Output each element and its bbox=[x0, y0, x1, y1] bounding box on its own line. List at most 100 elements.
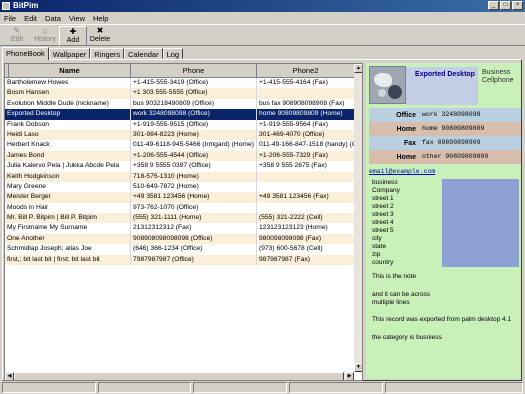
delete-button[interactable]: ✖ Delete bbox=[87, 26, 113, 46]
window-title: BitPim bbox=[13, 1, 39, 10]
menu-help[interactable]: Help bbox=[89, 12, 112, 24]
horizontal-scrollbar[interactable]: ◀ ▶ bbox=[5, 372, 354, 380]
cell-name: Bosm Hansen bbox=[5, 88, 131, 99]
scroll-right-button[interactable]: ▶ bbox=[345, 372, 354, 380]
table-row[interactable]: Exported Desktop work 3248098098 (Office)… bbox=[5, 109, 355, 120]
cell-name: Frank Dobson bbox=[5, 119, 131, 130]
table-body: Bartholemew Howes +1-415-555-3419 (Office… bbox=[5, 78, 355, 266]
table-row[interactable]: first,; bit last bit | first; bit last b… bbox=[5, 254, 355, 266]
status-segment bbox=[288, 382, 383, 393]
phone-type-label: Office bbox=[396, 111, 416, 119]
cell-phone: bus 903218490809 (Office) bbox=[131, 98, 257, 110]
maximize-button[interactable]: □ bbox=[500, 1, 511, 10]
menu-data[interactable]: Data bbox=[41, 12, 65, 24]
menu-view[interactable]: View bbox=[65, 12, 89, 24]
table-row[interactable]: Bosm Hansen +1 303 555-5555 (Office) bbox=[5, 88, 355, 99]
cell-name: Julia Kalervo Pela | Jukka Abcde Pela bbox=[5, 161, 131, 172]
cell-phone2 bbox=[257, 172, 355, 182]
cell-phone: 7987987987 (Office) bbox=[131, 254, 257, 266]
title-bar: BitPim _ □ × bbox=[0, 0, 525, 12]
edit-button[interactable]: ✎ Edit bbox=[3, 26, 31, 46]
table-row[interactable]: Mr. Bill P. Bitpim | Bill P. Bitpim (555)… bbox=[5, 213, 355, 224]
note-line: multiple lines bbox=[372, 299, 410, 306]
cell-phone: +1-919-555-9515 (Office) bbox=[131, 119, 257, 130]
table-row[interactable]: My Firstname My Surname 21312312312 (Fax)… bbox=[5, 223, 355, 234]
cell-phone: +1-206-555-4544 (Office) bbox=[131, 150, 257, 162]
column-header-name[interactable]: Name bbox=[9, 64, 131, 78]
scroll-left-button[interactable]: ◀ bbox=[5, 372, 14, 380]
delete-icon: ✖ bbox=[96, 26, 104, 35]
table-row[interactable]: Moods in Hair 973-762-1070 (Office) bbox=[5, 202, 355, 214]
cell-name: first,; bit last bit | first; bit last b… bbox=[5, 254, 131, 266]
preview-category: Cellphone bbox=[482, 77, 514, 84]
scroll-down-button[interactable]: ▼ bbox=[354, 363, 362, 372]
address-line: street 2 bbox=[372, 203, 394, 210]
table-row[interactable]: Bartholemew Howes +1-415-555-3419 (Office… bbox=[5, 78, 355, 89]
status-segment bbox=[2, 382, 96, 393]
cell-name: Keith Hodgkinson bbox=[5, 171, 131, 182]
close-button[interactable]: × bbox=[512, 1, 523, 10]
vertical-scrollbar[interactable]: ▲ ▼ bbox=[354, 64, 362, 372]
note-line: This record was exported from palm deskt… bbox=[372, 316, 512, 323]
horizontal-scroll-thumb[interactable] bbox=[14, 372, 344, 380]
table-row[interactable]: James Bond +1-206-555-4544 (Office) +1-206… bbox=[5, 150, 355, 162]
history-button-label: History bbox=[34, 36, 56, 43]
minimize-button[interactable]: _ bbox=[488, 1, 499, 10]
status-bar bbox=[0, 382, 525, 394]
phone-number: fax 09890898909 bbox=[419, 137, 521, 149]
cell-phone2: 123123123123 (Home) bbox=[259, 224, 328, 232]
table-row[interactable]: Evolution Middle Dude (nickname) bus 9032… bbox=[5, 98, 355, 110]
table-row[interactable]: Schmidlap Joseph; alias Joe (646) 366-123… bbox=[5, 244, 355, 255]
status-segment bbox=[193, 382, 287, 393]
table-row[interactable]: Mary Greene 510-649-7872 (Home) bbox=[5, 181, 355, 193]
cell-phone: 301-984-8223 (Home) bbox=[131, 129, 257, 141]
tab-phonebook[interactable]: PhoneBook bbox=[2, 47, 49, 60]
table-row[interactable]: Julia Kalervo Pela | Jukka Abcde Pela +35… bbox=[5, 161, 355, 172]
table-row[interactable]: Frank Dobson +1-919-555-9515 (Office) +1-9… bbox=[5, 119, 355, 130]
cell-phone: (646) 366-1234 (Office) bbox=[131, 244, 257, 255]
preview-phone-list: Office work 3248098098 Home home 9080980… bbox=[369, 108, 521, 164]
menu-file[interactable]: File bbox=[0, 12, 20, 24]
scroll-up-button[interactable]: ▲ bbox=[354, 64, 362, 73]
address-line: street 4 bbox=[372, 219, 394, 226]
cell-phone2: (973) 600-5678 (Cell) bbox=[259, 245, 323, 253]
table-row[interactable]: Herbert Knack 011-49-6118-945-5466 (Irmga… bbox=[5, 140, 355, 151]
cell-phone2: +1-415-555-4164 (Fax) bbox=[259, 79, 328, 86]
cell-phone2: (555) 321-2222 (Cell) bbox=[259, 214, 323, 222]
preview-phone-row: Home home 90809809809 bbox=[369, 122, 521, 136]
app-icon bbox=[2, 2, 10, 10]
cell-phone2: 011-49-166-847-1518 (handy) (Cell) bbox=[259, 141, 355, 149]
add-button[interactable]: ✚ Add bbox=[59, 26, 87, 46]
cell-name: Heidi Laso bbox=[5, 129, 131, 141]
history-icon: ⌂ bbox=[42, 26, 48, 35]
column-header-phone2[interactable]: Phone2 bbox=[257, 64, 354, 78]
table-row[interactable]: Heidi Laso 301-984-8223 (Home) 301-469-407… bbox=[5, 129, 355, 141]
table-row[interactable]: Keith Hodgkinson 718-575-1310 (Home) bbox=[5, 171, 355, 182]
address-line: business bbox=[372, 179, 398, 186]
phone-type-label: Fax bbox=[403, 139, 416, 147]
cell-phone: 718-575-1310 (Home) bbox=[131, 171, 257, 182]
cell-phone: +1 303 555-5555 (Office) bbox=[131, 88, 257, 99]
edit-button-label: Edit bbox=[10, 36, 24, 43]
cell-phone: 011-49-6118-945-5466 (Irmgard) (Home) bbox=[131, 140, 257, 151]
table-row[interactable]: Meister Berger +49 3581 123456 (Home) +49 … bbox=[5, 192, 355, 203]
address-line: zip bbox=[372, 251, 381, 258]
tab-wallpaper[interactable]: Wallpaper bbox=[48, 48, 91, 59]
table-header: Name Phone Phone2 bbox=[5, 64, 354, 78]
note-line: the category is busniess bbox=[372, 334, 442, 341]
note-line: This is the note bbox=[372, 273, 417, 280]
preview-notes: This is the note and it can be across mu… bbox=[369, 269, 519, 379]
menu-edit[interactable]: Edit bbox=[20, 12, 41, 24]
history-button[interactable]: ⌂ History bbox=[31, 26, 59, 46]
tab-ringers[interactable]: Ringers bbox=[90, 48, 125, 59]
phone-type-label: Home bbox=[396, 153, 416, 161]
email-link[interactable]: email@example.com bbox=[369, 168, 435, 175]
phonebook-panel: Name Phone Phone2 Bartholemew Howes +1-41… bbox=[2, 59, 522, 381]
table-row[interactable]: One Another 908908098098098 (Office) 98009… bbox=[5, 233, 355, 245]
phone-number: home 90809809809 bbox=[419, 123, 521, 135]
cell-name: Herbert Knack bbox=[5, 140, 131, 151]
address-line: Company bbox=[372, 187, 400, 194]
column-header-phone[interactable]: Phone bbox=[131, 64, 257, 78]
tab-calendar[interactable]: Calendar bbox=[124, 48, 163, 59]
tab-log[interactable]: Log bbox=[162, 48, 184, 59]
